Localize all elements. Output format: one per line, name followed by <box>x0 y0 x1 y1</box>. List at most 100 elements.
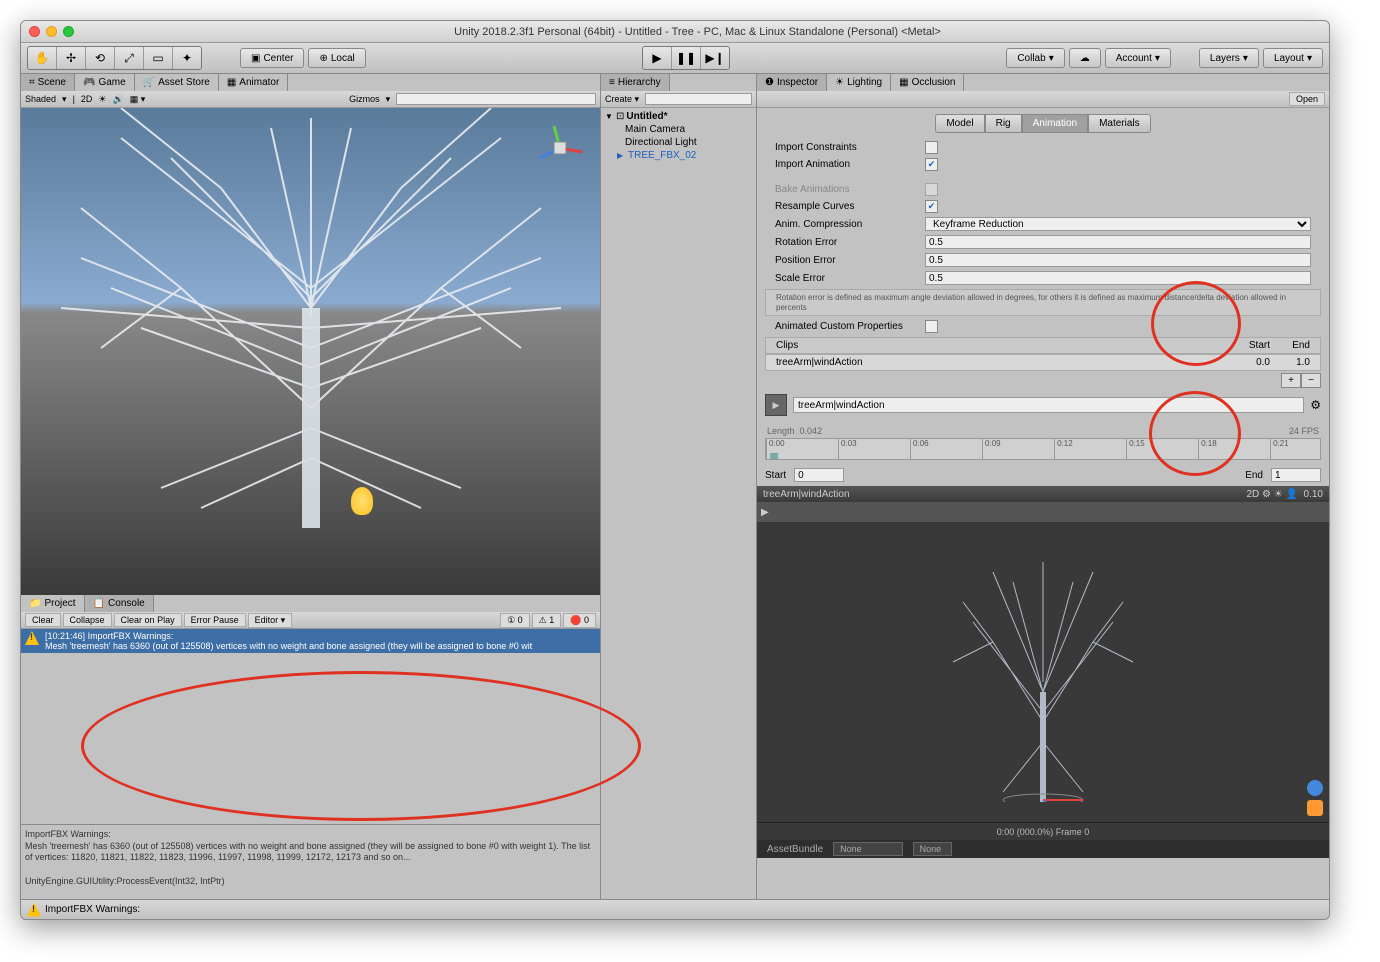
transform-tools: ✋ ✢ ⟲ ⤢ ▭ ✦ <box>27 46 202 70</box>
play-icon[interactable]: ▶ <box>643 47 671 69</box>
transform-tool-icon[interactable]: ✦ <box>173 47 201 69</box>
hierarchy-search[interactable] <box>645 93 752 105</box>
scene-search[interactable] <box>396 93 596 105</box>
tab-game[interactable]: 🎮 Game <box>75 74 135 91</box>
animated-custom-checkbox[interactable] <box>925 320 938 333</box>
clips-row[interactable]: treeArm|windAction 0.0 1.0 <box>765 354 1321 371</box>
editor-dropdown[interactable]: Editor ▾ <box>248 613 293 628</box>
gear-icon[interactable]: ⚙ <box>1310 398 1321 412</box>
hierarchy-item[interactable]: Directional Light <box>603 136 754 149</box>
clips-header: Clips Start End <box>765 337 1321 354</box>
window-title: Unity 2018.2.3f1 Personal (64bit) - Unti… <box>74 26 1321 38</box>
rotate-tool-icon[interactable]: ⟲ <box>86 47 114 69</box>
pause-icon[interactable]: ❚❚ <box>672 47 700 69</box>
preview-header: treeArm|windAction 2D ⚙ ☀ 👤 0.10 <box>757 486 1329 502</box>
tab-rig[interactable]: Rig <box>985 114 1022 133</box>
help-box: Rotation error is defined as maximum ang… <box>765 289 1321 316</box>
orientation-gizmo[interactable] <box>530 118 590 178</box>
collab-button[interactable]: Collab ▾ <box>1006 48 1064 68</box>
tab-lighting[interactable]: ☀ Lighting <box>827 74 891 91</box>
hand-tool-icon[interactable]: ✋ <box>28 47 56 69</box>
open-button[interactable]: Open <box>1289 92 1325 106</box>
tab-materials[interactable]: Materials <box>1088 114 1151 133</box>
minimize-icon[interactable] <box>46 26 57 37</box>
play-controls: ▶ ❚❚ ▶❙ <box>642 46 730 70</box>
asset-bundle-variant[interactable]: None <box>913 842 953 856</box>
info-count[interactable]: ① 0 <box>500 613 530 628</box>
clip-play-icon[interactable]: ▶ <box>765 394 787 416</box>
rotation-error-input[interactable] <box>925 235 1311 249</box>
scale-tool-icon[interactable]: ⤢ <box>115 47 143 69</box>
tab-asset-store[interactable]: 🛒 Asset Store <box>135 74 219 91</box>
maximize-icon[interactable] <box>63 26 74 37</box>
close-icon[interactable] <box>29 26 40 37</box>
remove-clip-button[interactable]: − <box>1301 373 1321 388</box>
tab-console[interactable]: 📋 Console <box>85 595 154 612</box>
anim-compression-select[interactable]: Keyframe Reduction <box>925 217 1311 231</box>
preview-play-icon[interactable]: ▶ <box>761 507 769 518</box>
step-icon[interactable]: ▶❙ <box>701 47 729 69</box>
tab-hierarchy[interactable]: ≡ Hierarchy <box>601 74 670 91</box>
lighting-icon[interactable]: ☀ <box>98 94 106 105</box>
scale-error-input[interactable] <box>925 271 1311 285</box>
error-count[interactable]: 🛑 0 <box>563 613 596 628</box>
timeline-ruler[interactable]: 0:00 0:03 0:06 0:09 0:12 0:15 0:18 0:21 <box>765 438 1321 460</box>
2d-toggle[interactable]: 2D <box>81 94 93 104</box>
center-toggle[interactable]: ▣ Center <box>240 48 304 68</box>
clip-name-input[interactable] <box>793 397 1304 413</box>
asset-bundle-row: AssetBundle None None <box>757 840 1329 858</box>
light-gizmo-icon[interactable] <box>351 487 373 515</box>
clear-button[interactable]: Clear <box>25 613 61 627</box>
warning-icon <box>25 631 39 645</box>
create-dropdown[interactable]: Create ▾ <box>605 94 639 105</box>
hierarchy-scene[interactable]: ▼⊡ Untitled* <box>603 110 754 123</box>
hierarchy-item[interactable]: ▶TREE_FBX_02 <box>603 149 754 162</box>
asset-bundle-select[interactable]: None <box>833 842 903 856</box>
move-tool-icon[interactable]: ✢ <box>57 47 85 69</box>
collapse-button[interactable]: Collapse <box>63 613 112 627</box>
import-constraints-checkbox[interactable] <box>925 141 938 154</box>
warning-count[interactable]: ⚠ 1 <box>532 613 562 628</box>
local-toggle[interactable]: ⊕ Local <box>308 48 365 68</box>
hierarchy-body: ▼⊡ Untitled* Main Camera Directional Lig… <box>601 108 756 899</box>
preview-footer: 0:00 (000.0%) Frame 0 <box>757 822 1329 840</box>
tab-occlusion[interactable]: ▦ Occlusion <box>891 74 964 91</box>
rect-tool-icon[interactable]: ▭ <box>144 47 172 69</box>
main-toolbar: ✋ ✢ ⟲ ⤢ ▭ ✦ ▣ Center ⊕ Local ▶ ❚❚ ▶❙ Col… <box>21 43 1329 74</box>
preview-tree <box>943 542 1143 802</box>
clip-start-input[interactable] <box>794 468 844 482</box>
console-log-row[interactable]: [10:21:46] ImportFBX Warnings: Mesh 'tre… <box>21 629 600 653</box>
hierarchy-toolbar: Create ▾ <box>601 91 756 108</box>
hierarchy-item[interactable]: Main Camera <box>603 123 754 136</box>
tab-animation[interactable]: Animation <box>1022 114 1088 133</box>
audio-icon[interactable]: 🔊 <box>113 94 124 105</box>
position-error-input[interactable] <box>925 253 1311 267</box>
layout-button[interactable]: Layout ▾ <box>1263 48 1323 68</box>
bake-animations-checkbox <box>925 183 938 196</box>
scene-view[interactable] <box>21 108 600 595</box>
tree-render <box>21 108 600 528</box>
layers-button[interactable]: Layers ▾ <box>1199 48 1259 68</box>
traffic-lights <box>29 26 74 37</box>
avatar-icon[interactable] <box>1307 780 1323 796</box>
tab-scene[interactable]: ⌗ Scene <box>21 74 75 91</box>
clear-on-play-button[interactable]: Clear on Play <box>114 613 182 627</box>
resample-curves-checkbox[interactable]: ✔ <box>925 200 938 213</box>
gizmos-dropdown[interactable]: Gizmos <box>349 94 380 104</box>
error-pause-button[interactable]: Error Pause <box>184 613 246 627</box>
clip-end-input[interactable] <box>1271 468 1321 482</box>
account-button[interactable]: Account ▾ <box>1105 48 1171 68</box>
shading-mode[interactable]: Shaded <box>25 94 56 104</box>
range-handle[interactable] <box>770 453 778 459</box>
tab-project[interactable]: 📁 Project <box>21 595 85 612</box>
add-clip-button[interactable]: + <box>1281 373 1301 388</box>
preview-body[interactable] <box>757 522 1329 822</box>
tab-inspector[interactable]: ❶ Inspector <box>757 74 827 91</box>
cloud-icon[interactable]: ☁ <box>1069 48 1101 68</box>
fx-icon[interactable]: ▦ ▾ <box>130 94 146 105</box>
pivot-icon[interactable] <box>1307 800 1323 816</box>
import-animation-checkbox[interactable]: ✔ <box>925 158 938 171</box>
tab-animator[interactable]: ▦ Animator <box>219 74 288 91</box>
status-bar: ImportFBX Warnings: <box>21 899 1329 919</box>
tab-model[interactable]: Model <box>935 114 984 133</box>
